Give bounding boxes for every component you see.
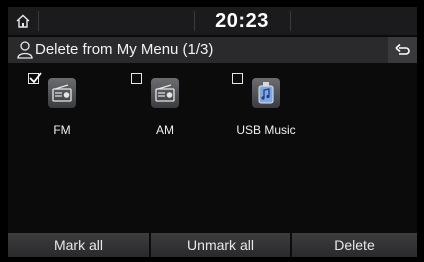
- menu-item-fm[interactable]: FM: [28, 72, 88, 143]
- checkbox-fm[interactable]: [28, 72, 42, 84]
- unmark-all-button[interactable]: Unmark all: [151, 233, 290, 257]
- delete-button[interactable]: Delete: [292, 233, 417, 257]
- menu-item-label: AM: [156, 123, 174, 137]
- radio-icon: [151, 78, 179, 108]
- usb-music-icon: [252, 78, 280, 108]
- status-bar: 20:23: [8, 7, 417, 35]
- back-button[interactable]: [388, 37, 417, 63]
- home-button[interactable]: [8, 7, 38, 35]
- checkbox-usb-music[interactable]: [232, 73, 243, 84]
- checkbox-am[interactable]: [131, 73, 142, 84]
- clock: 20:23: [215, 10, 269, 32]
- screen: 20:23 Delete from My Menu (1/3) FM AM US…: [8, 7, 417, 257]
- page-title: Delete from My Menu (1/3): [35, 41, 214, 58]
- menu-item-label: FM: [53, 123, 71, 137]
- menu-item-am[interactable]: AM: [131, 73, 191, 143]
- menu-item-usb-music[interactable]: USB Music: [232, 73, 296, 143]
- back-icon: [394, 43, 410, 55]
- bottom-bar: Mark all Unmark all Delete: [8, 233, 417, 257]
- divider: [38, 11, 39, 31]
- checkmark-icon: [29, 72, 42, 84]
- radio-icon: [48, 78, 76, 108]
- title-bar: Delete from My Menu (1/3): [8, 37, 417, 63]
- menu-item-label: USB Music: [236, 123, 296, 137]
- home-icon: [16, 14, 30, 28]
- user-icon: [17, 41, 33, 59]
- mark-all-button[interactable]: Mark all: [8, 233, 149, 257]
- divider: [290, 11, 291, 31]
